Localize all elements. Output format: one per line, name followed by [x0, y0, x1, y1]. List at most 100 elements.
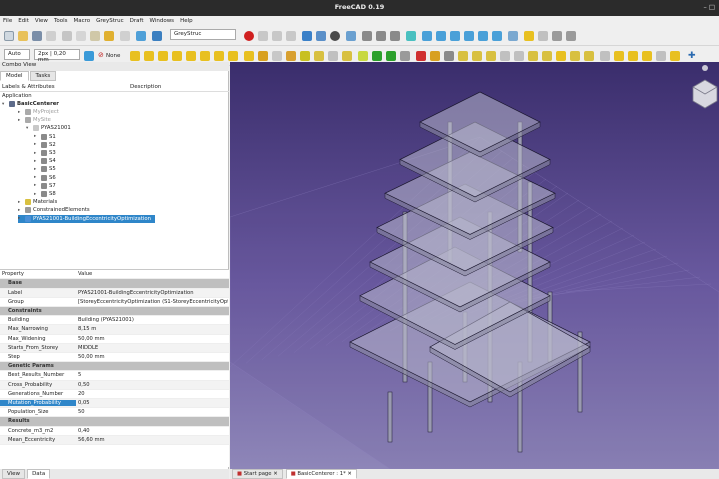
expand-arrow-icon[interactable]: ▸	[18, 200, 23, 205]
link-icon[interactable]	[552, 31, 562, 41]
window-controls[interactable]: – □	[704, 3, 715, 11]
new-file-icon[interactable]	[4, 31, 14, 41]
expand-arrow-icon[interactable]: ▾	[26, 126, 31, 131]
measure-distance-icon[interactable]	[508, 31, 518, 41]
column[interactable]	[387, 391, 393, 443]
property-row[interactable]: Group [StoreyEccentricityOptimization (S1…	[0, 298, 229, 307]
expand-arrow-icon[interactable]: ▸	[34, 175, 39, 180]
run-optimization-icon[interactable]	[372, 51, 382, 61]
record-macro-icon[interactable]	[244, 31, 254, 41]
property-value[interactable]: 0,40	[78, 428, 228, 434]
property-row[interactable]: Generations_Number 20	[0, 390, 229, 399]
draft-circle-icon[interactable]	[472, 51, 482, 61]
menu-greystruc[interactable]: GreyStruc	[96, 18, 123, 24]
tree-item[interactable]: ▸ ConstrainedElements	[18, 206, 90, 214]
constraint-icon[interactable]	[286, 51, 296, 61]
refresh-icon[interactable]	[136, 31, 146, 41]
tree-item-document[interactable]: ▾ BasicCenterer	[2, 100, 59, 108]
expand-arrow-icon[interactable]: ▸	[34, 192, 39, 197]
beam-icon[interactable]	[130, 51, 140, 61]
open-file-icon[interactable]	[18, 31, 28, 41]
support-icon[interactable]	[314, 51, 324, 61]
menu-edit[interactable]: Edit	[18, 18, 29, 24]
menu-help[interactable]: Help	[180, 18, 193, 24]
draft-dimension-icon[interactable]	[542, 51, 552, 61]
draft-ellipse-icon[interactable]	[486, 51, 496, 61]
menu-windows[interactable]: Windows	[150, 18, 175, 24]
tab-view[interactable]: View	[2, 469, 26, 479]
forward-arrow-icon[interactable]	[376, 31, 386, 41]
tree-item[interactable]: ▸ S5	[34, 165, 56, 173]
description-column-header[interactable]: Description	[130, 84, 161, 90]
tree-item[interactable]: ▸ S6	[34, 174, 56, 182]
tree-item[interactable]: ▾ PYAS21001	[26, 124, 71, 132]
tree-item[interactable]: ▸ Materials	[18, 198, 57, 206]
isometric-view-icon[interactable]	[406, 31, 416, 41]
property-row[interactable]: Population_Size 50	[0, 408, 229, 418]
draft-rotate-icon[interactable]	[570, 51, 580, 61]
right-view-icon[interactable]	[450, 31, 460, 41]
storey-icon[interactable]	[200, 51, 210, 61]
tree-item[interactable]: ▸ MySite	[18, 116, 51, 124]
property-row[interactable]: Step 50,00 mm	[0, 353, 229, 363]
property-value[interactable]: PYAS21001-BuildingEccentricityOptimizati…	[78, 290, 228, 296]
cut-icon[interactable]	[62, 31, 72, 41]
expand-arrow-icon[interactable]: ▸	[34, 183, 39, 188]
draft-wire-icon[interactable]	[430, 51, 440, 61]
none-group-label[interactable]: None	[106, 53, 120, 59]
macros-icon[interactable]	[272, 31, 282, 41]
labels-column-header[interactable]: Labels & Attributes	[2, 84, 55, 90]
expand-arrow-icon[interactable]: ▾	[2, 102, 7, 107]
draft-polygon-icon[interactable]	[514, 51, 524, 61]
building-model-drawing[interactable]	[230, 62, 719, 469]
fit-all-icon[interactable]	[302, 31, 312, 41]
section-icon[interactable]	[328, 51, 338, 61]
workbench-selector[interactable]: GreyStruc	[170, 29, 236, 40]
property-row[interactable]: Mutation_Probability 0,05	[0, 399, 229, 409]
snap-icon[interactable]	[600, 51, 610, 61]
tab-basic-centerer[interactable]: ■ BasicCenterer : 1* ✕	[285, 469, 357, 479]
slab-icon[interactable]	[158, 51, 168, 61]
tree-item[interactable]: ▸ S4	[34, 157, 56, 165]
load-icon[interactable]	[300, 51, 310, 61]
snap-midpoint-icon[interactable]	[628, 51, 638, 61]
snap-grid-icon[interactable]	[656, 51, 666, 61]
line-width-selector[interactable]: 2px | 0,20 mm	[34, 49, 80, 63]
property-value[interactable]: 0,05	[78, 400, 228, 406]
property-group[interactable]: Constraints	[0, 307, 229, 317]
wall-icon[interactable]	[172, 51, 182, 61]
undo-icon[interactable]	[104, 31, 114, 41]
expand-arrow-icon[interactable]: ▸	[18, 216, 23, 221]
property-row[interactable]: Max_Widening 50,00 mm	[0, 335, 229, 344]
group-icon[interactable]	[538, 31, 548, 41]
draft-offset-icon[interactable]	[584, 51, 594, 61]
top-view-icon[interactable]	[436, 31, 446, 41]
property-value[interactable]: 8,15 m	[78, 326, 228, 332]
property-value[interactable]: Building (PYAS21001)	[78, 317, 228, 323]
menu-tools[interactable]: Tools	[54, 18, 68, 24]
foundation-icon[interactable]	[186, 51, 196, 61]
property-row[interactable]: Starts_From_Storey MIDDLE	[0, 343, 229, 353]
tab-model[interactable]: Model	[0, 71, 29, 81]
draft-line-icon[interactable]	[416, 51, 426, 61]
snap-ortho-icon[interactable]	[670, 51, 680, 61]
bounding-box-icon[interactable]	[346, 31, 356, 41]
menu-view[interactable]: View	[35, 18, 48, 24]
plus-icon[interactable]: ✚	[688, 51, 698, 61]
tree-item[interactable]: ▸ MyProject	[18, 108, 59, 116]
snap-endpoint-icon[interactable]	[614, 51, 624, 61]
snap-center-icon[interactable]	[642, 51, 652, 61]
expand-arrow-icon[interactable]: ▸	[18, 118, 23, 123]
eccentricity-icon[interactable]	[342, 51, 352, 61]
copy-icon[interactable]	[76, 31, 86, 41]
grid-icon[interactable]	[272, 51, 282, 61]
property-group[interactable]: Genetic Params	[0, 362, 229, 372]
site-icon[interactable]	[228, 51, 238, 61]
execute-macro-icon[interactable]	[286, 31, 296, 41]
tree-item[interactable]: ▸ S3	[34, 149, 56, 157]
draft-arc-icon[interactable]	[458, 51, 468, 61]
save-icon[interactable]	[32, 31, 42, 41]
draft-move-icon[interactable]	[556, 51, 566, 61]
analysis-icon[interactable]	[386, 51, 396, 61]
bottom-view-icon[interactable]	[478, 31, 488, 41]
